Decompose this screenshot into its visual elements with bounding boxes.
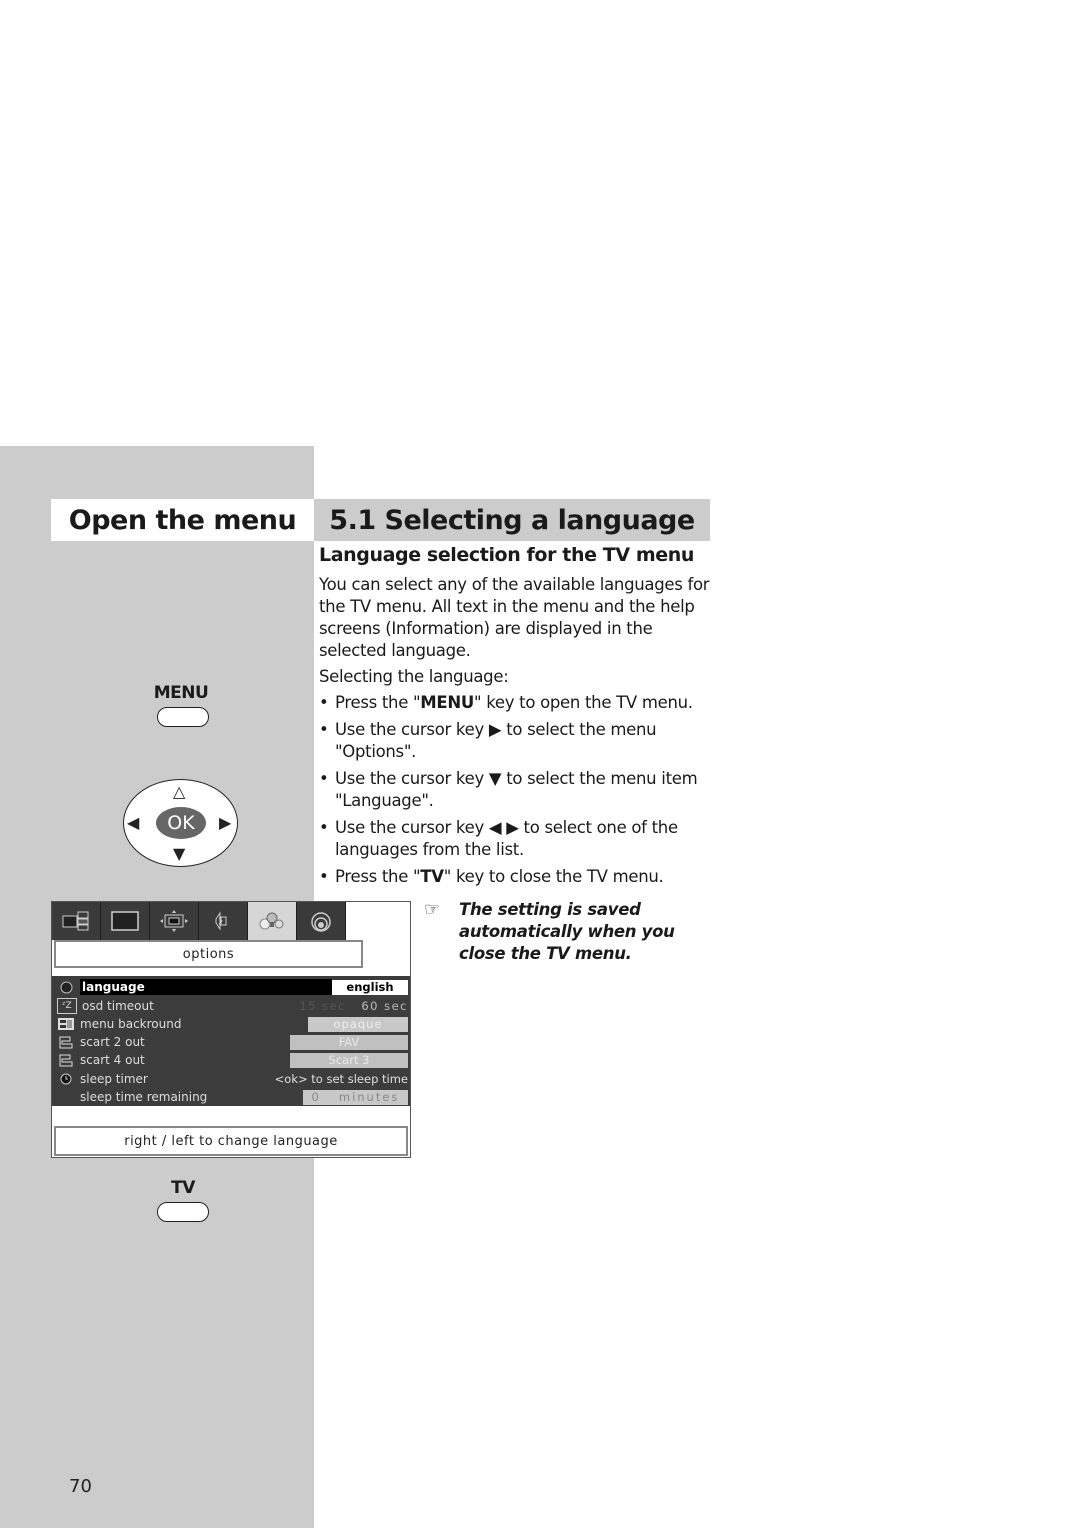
instructions: You can select any of the available lang… [319,574,711,893]
menu-row-menu-background[interactable]: menu backround opaque [52,1015,410,1033]
tv-menu-screenshot: options language english ᶻZ osd timeout … [51,901,411,1158]
snooze-icon: ᶻZ [57,998,77,1014]
tab-picture-in-picture[interactable] [52,902,101,940]
tab-channels[interactable] [297,902,346,940]
page-number: 70 [69,1476,92,1497]
note-text: The setting is saved automatically when … [459,900,675,963]
globe-icon [57,980,75,994]
cursor-left-right-icon: ◀ ▶ [488,818,519,837]
row-label: menu backround [80,1017,182,1031]
section-subtitle: Language selection for the TV menu [319,544,694,566]
step-text: Use the cursor key [335,818,489,837]
bullet: • [319,693,329,712]
steps-heading: Selecting the language: [319,667,509,686]
step-text: Use the cursor key [335,720,489,739]
step-text: Press the " [335,867,421,886]
row-label: language [82,980,145,994]
row-label: osd timeout [82,999,154,1013]
note: ☞ The setting is saved automatically whe… [424,899,714,965]
up-arrow-icon[interactable]: △ [173,784,185,800]
scart-4-value[interactable]: Scart 3 [290,1052,408,1068]
scart-2-value[interactable]: FAV [290,1034,408,1050]
step-text: Press the " [335,693,421,712]
speaker-icon [215,911,227,931]
menu-row-scart-4-out[interactable]: scart 4 out Scart 3 [52,1051,410,1069]
sleep-remaining-unit: minutes [338,1090,400,1104]
ok-button[interactable]: OK [156,807,206,839]
row-label: sleep timer [80,1072,148,1086]
down-arrow-icon[interactable]: ▼ [173,846,185,862]
format-icon [160,910,188,932]
cursor-right-icon: ▶ [488,720,502,739]
grid-icon [57,1017,75,1031]
cursor-down-icon: ▼ [488,769,502,788]
page-title: 5.1 Selecting a language [314,499,710,541]
tab-format[interactable] [150,902,199,940]
pointing-hand-icon: ☞ [424,899,440,920]
menu-row-osd-timeout[interactable]: ᶻZ osd timeout 15 sec 60 sec [52,997,410,1015]
step-item: • Press the "MENU" key to open the TV men… [319,692,711,714]
step-text: " key to open the TV menu. [474,693,693,712]
steps-list: • Press the "MENU" key to open the TV men… [319,692,711,888]
tv-key-label: TV [171,1178,195,1198]
language-value[interactable]: english [332,979,408,995]
scart-icon [57,1035,75,1049]
step-text: " key to close the TV menu. [443,867,664,886]
step-item: • Press the "TV" key to close the TV menu… [319,866,711,888]
menu-hint: right / left to change language [54,1126,408,1156]
clock-icon [57,1072,75,1086]
key-name: TV [420,867,444,886]
menu-title: options [54,940,363,968]
osd-timeout-value[interactable]: 60 sec [361,999,408,1014]
row-label: scart 2 out [80,1035,145,1049]
key-name: MENU [420,693,474,712]
step-item: • Use the cursor key ▼ to select the menu… [319,768,711,812]
menu-key[interactable] [157,707,209,727]
sleep-timer-value: <ok> to set sleep time [274,1072,408,1086]
right-arrow-icon[interactable]: ▶ [219,815,231,831]
left-title: Open the menu [51,499,314,541]
tab-options[interactable] [248,902,297,940]
scart-icon [57,1053,75,1067]
intro-paragraph: You can select any of the available lang… [319,575,710,660]
sleep-remaining-number: 0 [311,1090,321,1104]
menu-key-label: MENU [153,683,209,703]
bullet: • [319,818,329,837]
tab-sound[interactable] [199,902,248,940]
pip-icon [62,911,89,931]
menu-background-value[interactable]: opaque [308,1016,408,1032]
step-text: Use the cursor key [335,769,489,788]
row-label: scart 4 out [80,1053,145,1067]
step-item: • Use the cursor key ◀ ▶ to select one of… [319,817,711,861]
left-arrow-icon[interactable]: ◀ [127,815,139,831]
dpad: △ ▼ ◀ ▶ OK [123,779,238,867]
menu-tabs [52,902,346,940]
bullet: • [319,720,329,739]
menu-row-language[interactable]: language english [52,978,410,996]
sleep-remaining-value: 0 minutes [303,1089,408,1105]
bullet: • [319,769,329,788]
menu-row-scart-2-out[interactable]: scart 2 out FAV [52,1033,410,1051]
row-label: sleep time remaining [80,1090,208,1104]
menu-rows: language english ᶻZ osd timeout 15 sec 6… [52,976,410,1106]
screen-icon [111,911,139,931]
antenna-icon [311,912,331,932]
menu-row-sleep-time-remaining: sleep time remaining 0 minutes [52,1088,410,1106]
lightbulb-icon [259,912,284,930]
tv-key[interactable] [157,1202,209,1222]
menu-row-sleep-timer[interactable]: sleep timer <ok> to set sleep time [52,1070,410,1088]
tab-picture[interactable] [101,902,150,940]
osd-timeout-prev-value: 15 sec [299,999,346,1013]
step-item: • Use the cursor key ▶ to select the menu… [319,719,711,763]
bullet: • [319,867,329,886]
